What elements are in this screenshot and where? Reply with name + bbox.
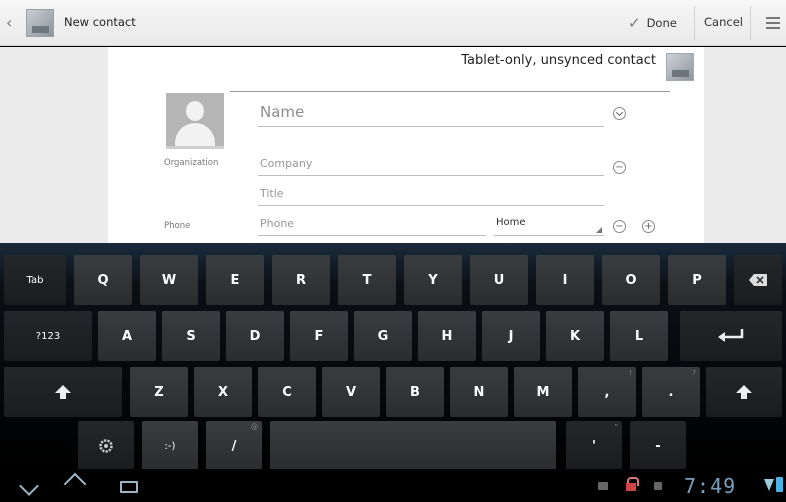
key-b[interactable]: B [386, 367, 444, 417]
header-divider [230, 91, 670, 92]
nav-home-icon[interactable] [66, 480, 86, 494]
key-slash[interactable]: / @ [206, 421, 262, 471]
key-v[interactable]: V [322, 367, 380, 417]
phone-field[interactable]: Phone [258, 217, 486, 236]
key-j[interactable]: J [482, 311, 540, 361]
usb-notification-icon[interactable] [654, 482, 662, 490]
key-smiley[interactable]: :-) [142, 421, 198, 471]
back-chevron-icon[interactable]: ‹ [6, 14, 20, 32]
key-p[interactable]: P [668, 255, 726, 305]
done-button[interactable]: ✓ Done [628, 8, 677, 38]
action-divider [694, 6, 695, 40]
key-dash[interactable]: - [630, 421, 686, 471]
soft-keyboard: Tab Q W E R T Y U I O P ?123 A S D F G H… [0, 243, 786, 471]
action-bar: ‹ New contact ✓ Done Cancel [0, 0, 786, 46]
key-d[interactable]: D [226, 311, 284, 361]
nav-back-icon[interactable] [19, 476, 39, 496]
backspace-icon [749, 274, 767, 286]
key-n[interactable]: N [450, 367, 508, 417]
done-label: Done [646, 16, 677, 30]
key-space[interactable] [270, 421, 556, 471]
overflow-menu-icon[interactable] [766, 17, 780, 29]
remove-organization-icon[interactable]: − [613, 161, 626, 174]
key-comma-label: , [604, 384, 610, 400]
key-apostrophe-label: ' [592, 438, 596, 454]
key-period-hint: ? [692, 369, 696, 377]
add-phone-icon[interactable]: + [642, 220, 655, 233]
account-icon [666, 53, 694, 81]
key-z[interactable]: Z [130, 367, 188, 417]
check-icon: ✓ [628, 14, 641, 32]
system-bar: 7:49 [0, 469, 786, 502]
expand-name-icon[interactable] [613, 107, 626, 120]
key-c[interactable]: C [258, 367, 316, 417]
contact-form: Tablet-only, unsynced contact Name Organ… [108, 47, 704, 243]
key-symbols[interactable]: ?123 [4, 311, 92, 361]
company-field[interactable]: Company [258, 157, 604, 176]
key-s[interactable]: S [162, 311, 220, 361]
spinner-triangle-icon [596, 227, 602, 233]
key-shift-right[interactable] [706, 367, 782, 417]
cancel-button[interactable]: Cancel [704, 15, 743, 29]
title-field[interactable]: Title [258, 187, 604, 206]
key-q[interactable]: Q [74, 255, 132, 305]
key-tab[interactable]: Tab [4, 255, 66, 305]
key-comma-hint: ! [629, 369, 632, 377]
contact-photo-placeholder[interactable] [166, 93, 224, 149]
key-period-label: . [668, 384, 674, 400]
key-o[interactable]: O [602, 255, 660, 305]
phone-type-value: Home [496, 217, 526, 228]
key-h[interactable]: H [418, 311, 476, 361]
status-clock[interactable]: 7:49 [684, 474, 736, 498]
lock-notification-icon[interactable] [626, 477, 639, 491]
key-slash-label: / [231, 438, 237, 454]
organization-label: Organization [164, 158, 219, 168]
key-f[interactable]: F [290, 311, 348, 361]
keyboard-notification-icon[interactable] [598, 482, 608, 490]
shift-icon [55, 385, 71, 399]
key-apostrophe-hint: " [614, 423, 618, 431]
enter-icon [718, 329, 744, 342]
key-y[interactable]: Y [404, 255, 462, 305]
phone-type-spinner[interactable]: Home [494, 217, 604, 236]
key-settings[interactable] [78, 421, 134, 471]
shift-icon [736, 385, 752, 399]
key-period[interactable]: . ? [642, 367, 700, 417]
edit-contact-area: Tablet-only, unsynced contact Name Organ… [0, 47, 786, 243]
contacts-app-icon[interactable] [26, 9, 54, 37]
key-x[interactable]: X [194, 367, 252, 417]
key-comma[interactable]: , ! [578, 367, 636, 417]
remove-phone-icon[interactable]: − [613, 220, 626, 233]
name-field[interactable]: Name [258, 103, 604, 127]
key-k[interactable]: K [546, 311, 604, 361]
key-i[interactable]: I [536, 255, 594, 305]
nav-recent-apps-icon[interactable] [120, 481, 138, 493]
key-g[interactable]: G [354, 311, 412, 361]
key-m[interactable]: M [514, 367, 572, 417]
key-shift-left[interactable] [4, 367, 122, 417]
key-apostrophe[interactable]: ' " [566, 421, 622, 471]
key-e[interactable]: E [206, 255, 264, 305]
battery-icon [776, 477, 783, 492]
settings-gear-icon [99, 439, 113, 453]
phone-label: Phone [164, 221, 191, 231]
key-r[interactable]: R [272, 255, 330, 305]
action-bar-title: New contact [64, 15, 136, 29]
key-slash-hint: @ [251, 423, 258, 431]
key-l[interactable]: L [610, 311, 668, 361]
key-backspace[interactable] [734, 255, 782, 305]
key-w[interactable]: W [140, 255, 198, 305]
key-t[interactable]: T [338, 255, 396, 305]
key-a[interactable]: A [98, 311, 156, 361]
key-u[interactable]: U [470, 255, 528, 305]
wifi-signal-icon [764, 479, 774, 491]
key-enter[interactable] [680, 311, 782, 361]
account-label: Tablet-only, unsynced contact [461, 53, 656, 68]
action-divider [750, 6, 751, 40]
